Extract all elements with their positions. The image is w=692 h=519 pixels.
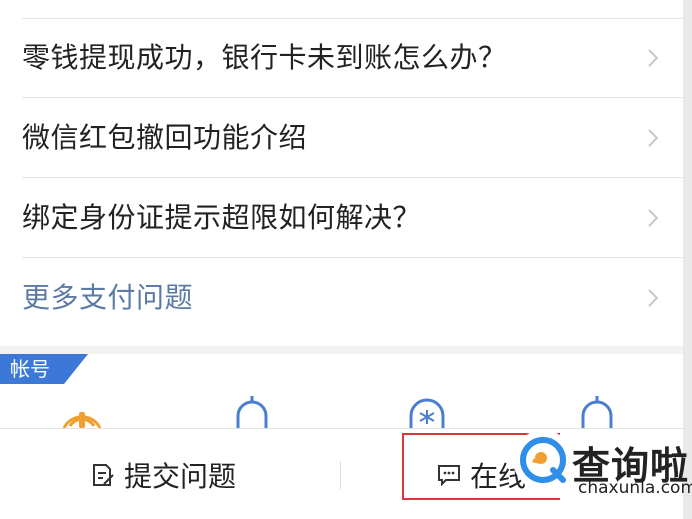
edit-note-icon [93,464,114,486]
bell-icon[interactable] [575,392,619,428]
more-payment-questions-link[interactable]: 更多支付问题 [0,258,683,338]
watermark-circle [513,430,573,490]
account-section: 帐号 [0,346,683,428]
section-tag-label: 帐号 [10,357,50,381]
faq-item-red-packet[interactable]: 微信红包撤回功能介绍 [0,98,683,178]
faq-item-label: 绑定身份证提示超限如何解决？ [22,201,422,234]
faq-list: 零钱提现成功，银行卡未到账怎么办？ 微信红包撤回功能介绍 绑定身份证提示超限如何… [0,0,683,346]
more-payment-questions-label: 更多支付问题 [22,281,194,314]
submit-question-button[interactable]: 提交问题 [90,451,236,499]
faq-item-label: 零钱提现成功，银行卡未到账怎么办？ [22,41,507,74]
watermark-logo-icon [520,437,566,483]
phone-signal-icon[interactable] [60,392,104,428]
chevron-right-icon [648,289,659,307]
bell-icon[interactable] [230,392,274,428]
faq-item-id-limit[interactable]: 绑定身份证提示超限如何解决？ [0,178,683,258]
faq-item-label: 微信红包撤回功能介绍 [22,121,308,154]
chevron-right-icon [648,49,659,67]
watermark-subtitle: chaxunla.com [578,478,692,498]
submit-question-label: 提交问题 [124,460,237,493]
chevron-right-icon [648,209,659,227]
chevron-right-icon [648,129,659,147]
bell-snowflake-icon[interactable] [405,392,449,428]
bar-separator [340,461,341,489]
faq-item-withdraw[interactable]: 零钱提现成功，银行卡未到账怎么办？ [0,18,683,98]
